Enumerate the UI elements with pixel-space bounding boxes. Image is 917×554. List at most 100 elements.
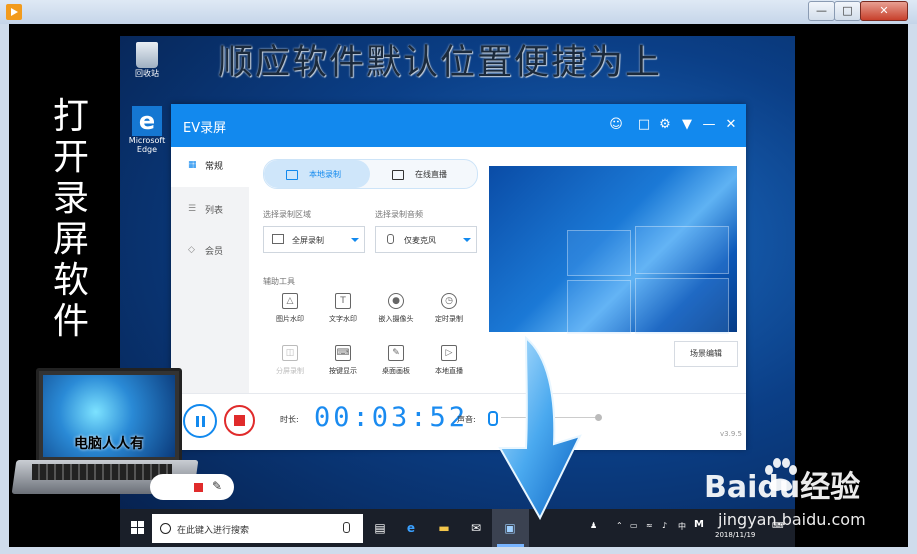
pen-icon[interactable]: ✎ bbox=[212, 479, 222, 493]
stop-button[interactable] bbox=[224, 405, 255, 436]
sidebar-item-general[interactable]: ▦ 常规 bbox=[171, 147, 249, 187]
tool-label: 嵌入摄像头 bbox=[378, 315, 414, 323]
monitor-icon bbox=[272, 234, 284, 244]
version-label: v3.9.5 bbox=[720, 430, 742, 438]
cortana-icon bbox=[160, 523, 171, 534]
ev-minimize-icon[interactable]: — bbox=[701, 117, 717, 133]
maximize-button[interactable]: □ bbox=[834, 1, 861, 21]
tool-label: 文字水印 bbox=[329, 315, 357, 323]
ev-title-bar: EV录屏 ☺ □ ⚙ ▼ — ✕ bbox=[171, 104, 746, 147]
tray-date[interactable]: 2018/11/19 bbox=[715, 531, 755, 539]
sidebar-item-list[interactable]: ☰ 列表 bbox=[171, 191, 249, 229]
chevron-down-icon bbox=[463, 238, 471, 242]
record-control-bar: 时长: 00:03:52 声音: v3.9.5 bbox=[171, 393, 746, 450]
taskbar: 在此键入进行搜索 ▤ e ▬ ✉ ▣ ♟ ⌃ ▭ ≈ ♪ 中 M 2018/11… bbox=[120, 509, 795, 547]
tool-label: 本地直播 bbox=[435, 367, 463, 375]
pen-board-icon: ✎ bbox=[388, 345, 404, 361]
minimize-button[interactable]: — bbox=[808, 1, 835, 21]
grid-icon: ▦ bbox=[188, 160, 197, 170]
microphone-icon bbox=[387, 234, 394, 244]
stop-record-icon[interactable] bbox=[194, 483, 203, 492]
webcam-icon: ● bbox=[388, 293, 404, 309]
tool-image-watermark[interactable]: △ 图片水印 bbox=[269, 293, 311, 333]
ev-window-title: EV录屏 bbox=[183, 121, 227, 136]
baidu-watermark-url: jingyan.baidu.com bbox=[718, 510, 866, 529]
close-button[interactable]: ✕ bbox=[860, 1, 908, 21]
tv-icon bbox=[392, 170, 404, 180]
tool-label: 桌面画板 bbox=[382, 367, 410, 375]
chevron-up-icon[interactable]: ⌃ bbox=[616, 521, 623, 530]
player-title-bar: — □ ✕ bbox=[0, 0, 917, 24]
screen-preview bbox=[489, 166, 737, 334]
user-icon[interactable]: ☺ bbox=[608, 117, 624, 133]
laptop-keyboard bbox=[32, 464, 172, 480]
volume-icon[interactable]: ♪ bbox=[662, 521, 667, 530]
notes-icon[interactable]: □ bbox=[636, 117, 652, 133]
audio-select[interactable]: 仅麦克风 bbox=[375, 226, 477, 253]
edge-icon: e bbox=[132, 106, 162, 136]
arrow-down-icon bbox=[498, 336, 582, 520]
ev-close-icon[interactable]: ✕ bbox=[723, 117, 739, 133]
taskbar-search-input[interactable]: 在此键入进行搜索 bbox=[152, 514, 363, 543]
chevron-down-icon bbox=[351, 238, 359, 242]
tool-label: 定时录制 bbox=[435, 315, 463, 323]
battery-icon[interactable]: ▭ bbox=[630, 521, 638, 530]
tool-webcam[interactable]: ● 嵌入摄像头 bbox=[375, 293, 417, 333]
desktop-icon-label: Microsoft Edge bbox=[128, 136, 166, 154]
windows-start-icon[interactable] bbox=[131, 521, 145, 535]
diamond-icon: ◇ bbox=[188, 245, 195, 255]
audio-select-value: 仅麦克风 bbox=[404, 236, 436, 245]
area-select[interactable]: 全屏录制 bbox=[263, 226, 365, 253]
volume-slider-handle[interactable] bbox=[595, 414, 602, 421]
tool-label: 按键显示 bbox=[329, 367, 357, 375]
desktop-icon-recycle-bin[interactable]: 回收站 bbox=[122, 42, 172, 79]
settings-gear-icon[interactable]: ⚙ bbox=[657, 117, 673, 133]
tool-scheduled-record[interactable]: ◷ 定时录制 bbox=[428, 293, 470, 333]
wifi-icon[interactable]: ≈ bbox=[646, 521, 653, 530]
tool-key-display[interactable]: ⌨ 按键显示 bbox=[322, 345, 364, 385]
tool-split-screen[interactable]: ◫ 分屏录制 bbox=[269, 345, 311, 385]
tools-label: 辅助工具 bbox=[263, 277, 295, 286]
baidu-paw-icon bbox=[765, 458, 797, 491]
clock-icon: ◷ bbox=[441, 293, 457, 309]
sidebar-item-label: 常规 bbox=[205, 162, 224, 172]
area-select-value: 全屏录制 bbox=[292, 236, 324, 245]
microphone-icon[interactable] bbox=[343, 522, 350, 533]
record-mode-tabs: 本地录制 在线直播 bbox=[263, 159, 478, 189]
edge-taskbar-icon[interactable]: e bbox=[403, 520, 419, 536]
tool-label: 图片水印 bbox=[276, 315, 304, 323]
sidebar-item-member[interactable]: ◇ 会员 bbox=[171, 232, 249, 270]
list-icon: ☰ bbox=[188, 204, 197, 214]
tool-local-live[interactable]: ▷ 本地直播 bbox=[428, 345, 470, 385]
screen-play-icon: ▷ bbox=[441, 345, 457, 361]
tool-desktop-board[interactable]: ✎ 桌面画板 bbox=[375, 345, 417, 385]
file-explorer-icon[interactable]: ▬ bbox=[436, 520, 452, 536]
text-icon: T bbox=[335, 293, 351, 309]
ime-mode-icon[interactable]: M bbox=[694, 519, 704, 530]
tab-local-record[interactable]: 本地录制 bbox=[264, 160, 370, 188]
ev-recorder-window: EV录屏 ☺ □ ⚙ ▼ — ✕ ▦ 常规 ☰ 列表 ◇ 会员 本地录制 在线直… bbox=[171, 104, 746, 450]
volume-label: 声音: bbox=[457, 415, 476, 424]
player-app-icon bbox=[6, 4, 22, 20]
duration-label: 时长: bbox=[280, 415, 299, 424]
overlay-caption-title: 顺应软件默认位置便捷为上 bbox=[218, 43, 663, 83]
record-timer: 00:03:52 bbox=[314, 402, 469, 433]
ime-indicator[interactable]: 中 bbox=[678, 521, 686, 532]
people-icon[interactable]: ♟ bbox=[590, 521, 597, 530]
tab-online-live[interactable]: 在线直播 bbox=[370, 160, 477, 188]
scene-edit-button[interactable]: 场景编辑 bbox=[674, 341, 738, 367]
mail-icon[interactable]: ✉ bbox=[468, 520, 484, 536]
desktop-icon-edge[interactable]: e Microsoft Edge bbox=[122, 106, 172, 154]
ev-recorder-taskbar-icon: ▣ bbox=[504, 521, 516, 535]
overlay-caption-vertical: 打开录屏软件 bbox=[52, 96, 89, 342]
laptop-display: 电脑人人有 bbox=[43, 375, 175, 457]
split-screen-icon: ◫ bbox=[282, 345, 298, 361]
task-view-icon[interactable]: ▤ bbox=[372, 520, 388, 536]
floating-record-toolbar: ✎ bbox=[150, 474, 234, 500]
laptop-caption: 电脑人人有 bbox=[74, 436, 144, 452]
tool-text-watermark[interactable]: T 文字水印 bbox=[322, 293, 364, 333]
image-icon: △ bbox=[282, 293, 298, 309]
menu-dropdown-icon[interactable]: ▼ bbox=[679, 117, 695, 133]
record-icon bbox=[286, 170, 298, 180]
tool-label: 分屏录制 bbox=[276, 367, 304, 375]
